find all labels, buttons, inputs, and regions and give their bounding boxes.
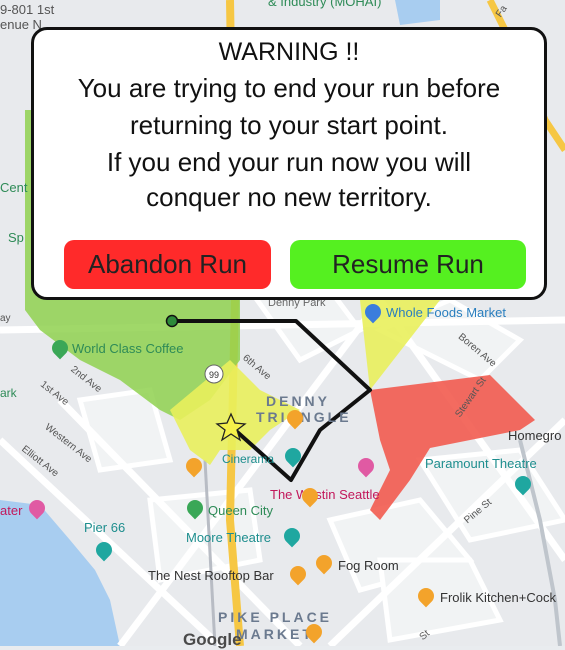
warning-line-1: You are trying to end your run before: [77, 73, 501, 103]
label-denny-triangle-1: DENNY: [266, 393, 331, 409]
warning-dialog: WARNING !! You are trying to end your ru…: [31, 27, 547, 300]
warning-line-4: conquer no new territory.: [146, 182, 432, 212]
label-left-edge-2: Sp: [8, 230, 24, 245]
abandon-run-button[interactable]: Abandon Run: [64, 240, 271, 289]
label-frolik[interactable]: Frolik Kitchen+Cock: [440, 590, 556, 605]
warning-line-2: returning to your start point.: [130, 110, 448, 140]
label-pike-place-1: PIKE PLACE: [218, 609, 333, 625]
label-westin[interactable]: The Westin Seattle: [270, 487, 380, 502]
label-moore-theatre[interactable]: Moore Theatre: [186, 530, 271, 545]
label-fog-room[interactable]: Fog Room: [338, 558, 399, 573]
label-mohai: & Industry (MOHAI): [268, 0, 382, 9]
label-whole-foods[interactable]: Whole Foods Market: [386, 305, 506, 320]
label-pier-66[interactable]: Pier 66: [84, 520, 125, 535]
label-pike-place-2: MARKET: [236, 626, 314, 642]
label-left-edge-3: ark: [0, 386, 17, 400]
label-homegro[interactable]: Homegro: [508, 428, 561, 443]
resume-run-button[interactable]: Resume Run: [290, 240, 526, 289]
label-nest-rooftop-bar[interactable]: The Nest Rooftop Bar: [148, 568, 274, 583]
label-denny-triangle-2: TRIANGLE: [256, 409, 352, 425]
label-left-edge-5: ay: [0, 313, 11, 324]
google-logo: Google: [183, 630, 242, 649]
route-99-number: 99: [209, 370, 219, 380]
route-end-dot: [165, 314, 179, 328]
label-top-left-address: 9-801 1st: [0, 2, 55, 17]
warning-line-3: If you end your run now you will: [106, 147, 472, 177]
label-paramount[interactable]: Paramount Theatre: [425, 456, 537, 471]
label-world-class-coffee[interactable]: World Class Coffee: [72, 341, 184, 356]
warning-title: WARNING !!: [218, 38, 360, 66]
label-left-edge-1: Cent: [0, 180, 28, 195]
label-cinerama[interactable]: Cinerama: [222, 452, 274, 466]
label-queen-city[interactable]: Queen City: [208, 503, 273, 518]
label-top-left-street: enue N: [0, 17, 42, 32]
label-left-edge-4: ater: [0, 503, 23, 518]
